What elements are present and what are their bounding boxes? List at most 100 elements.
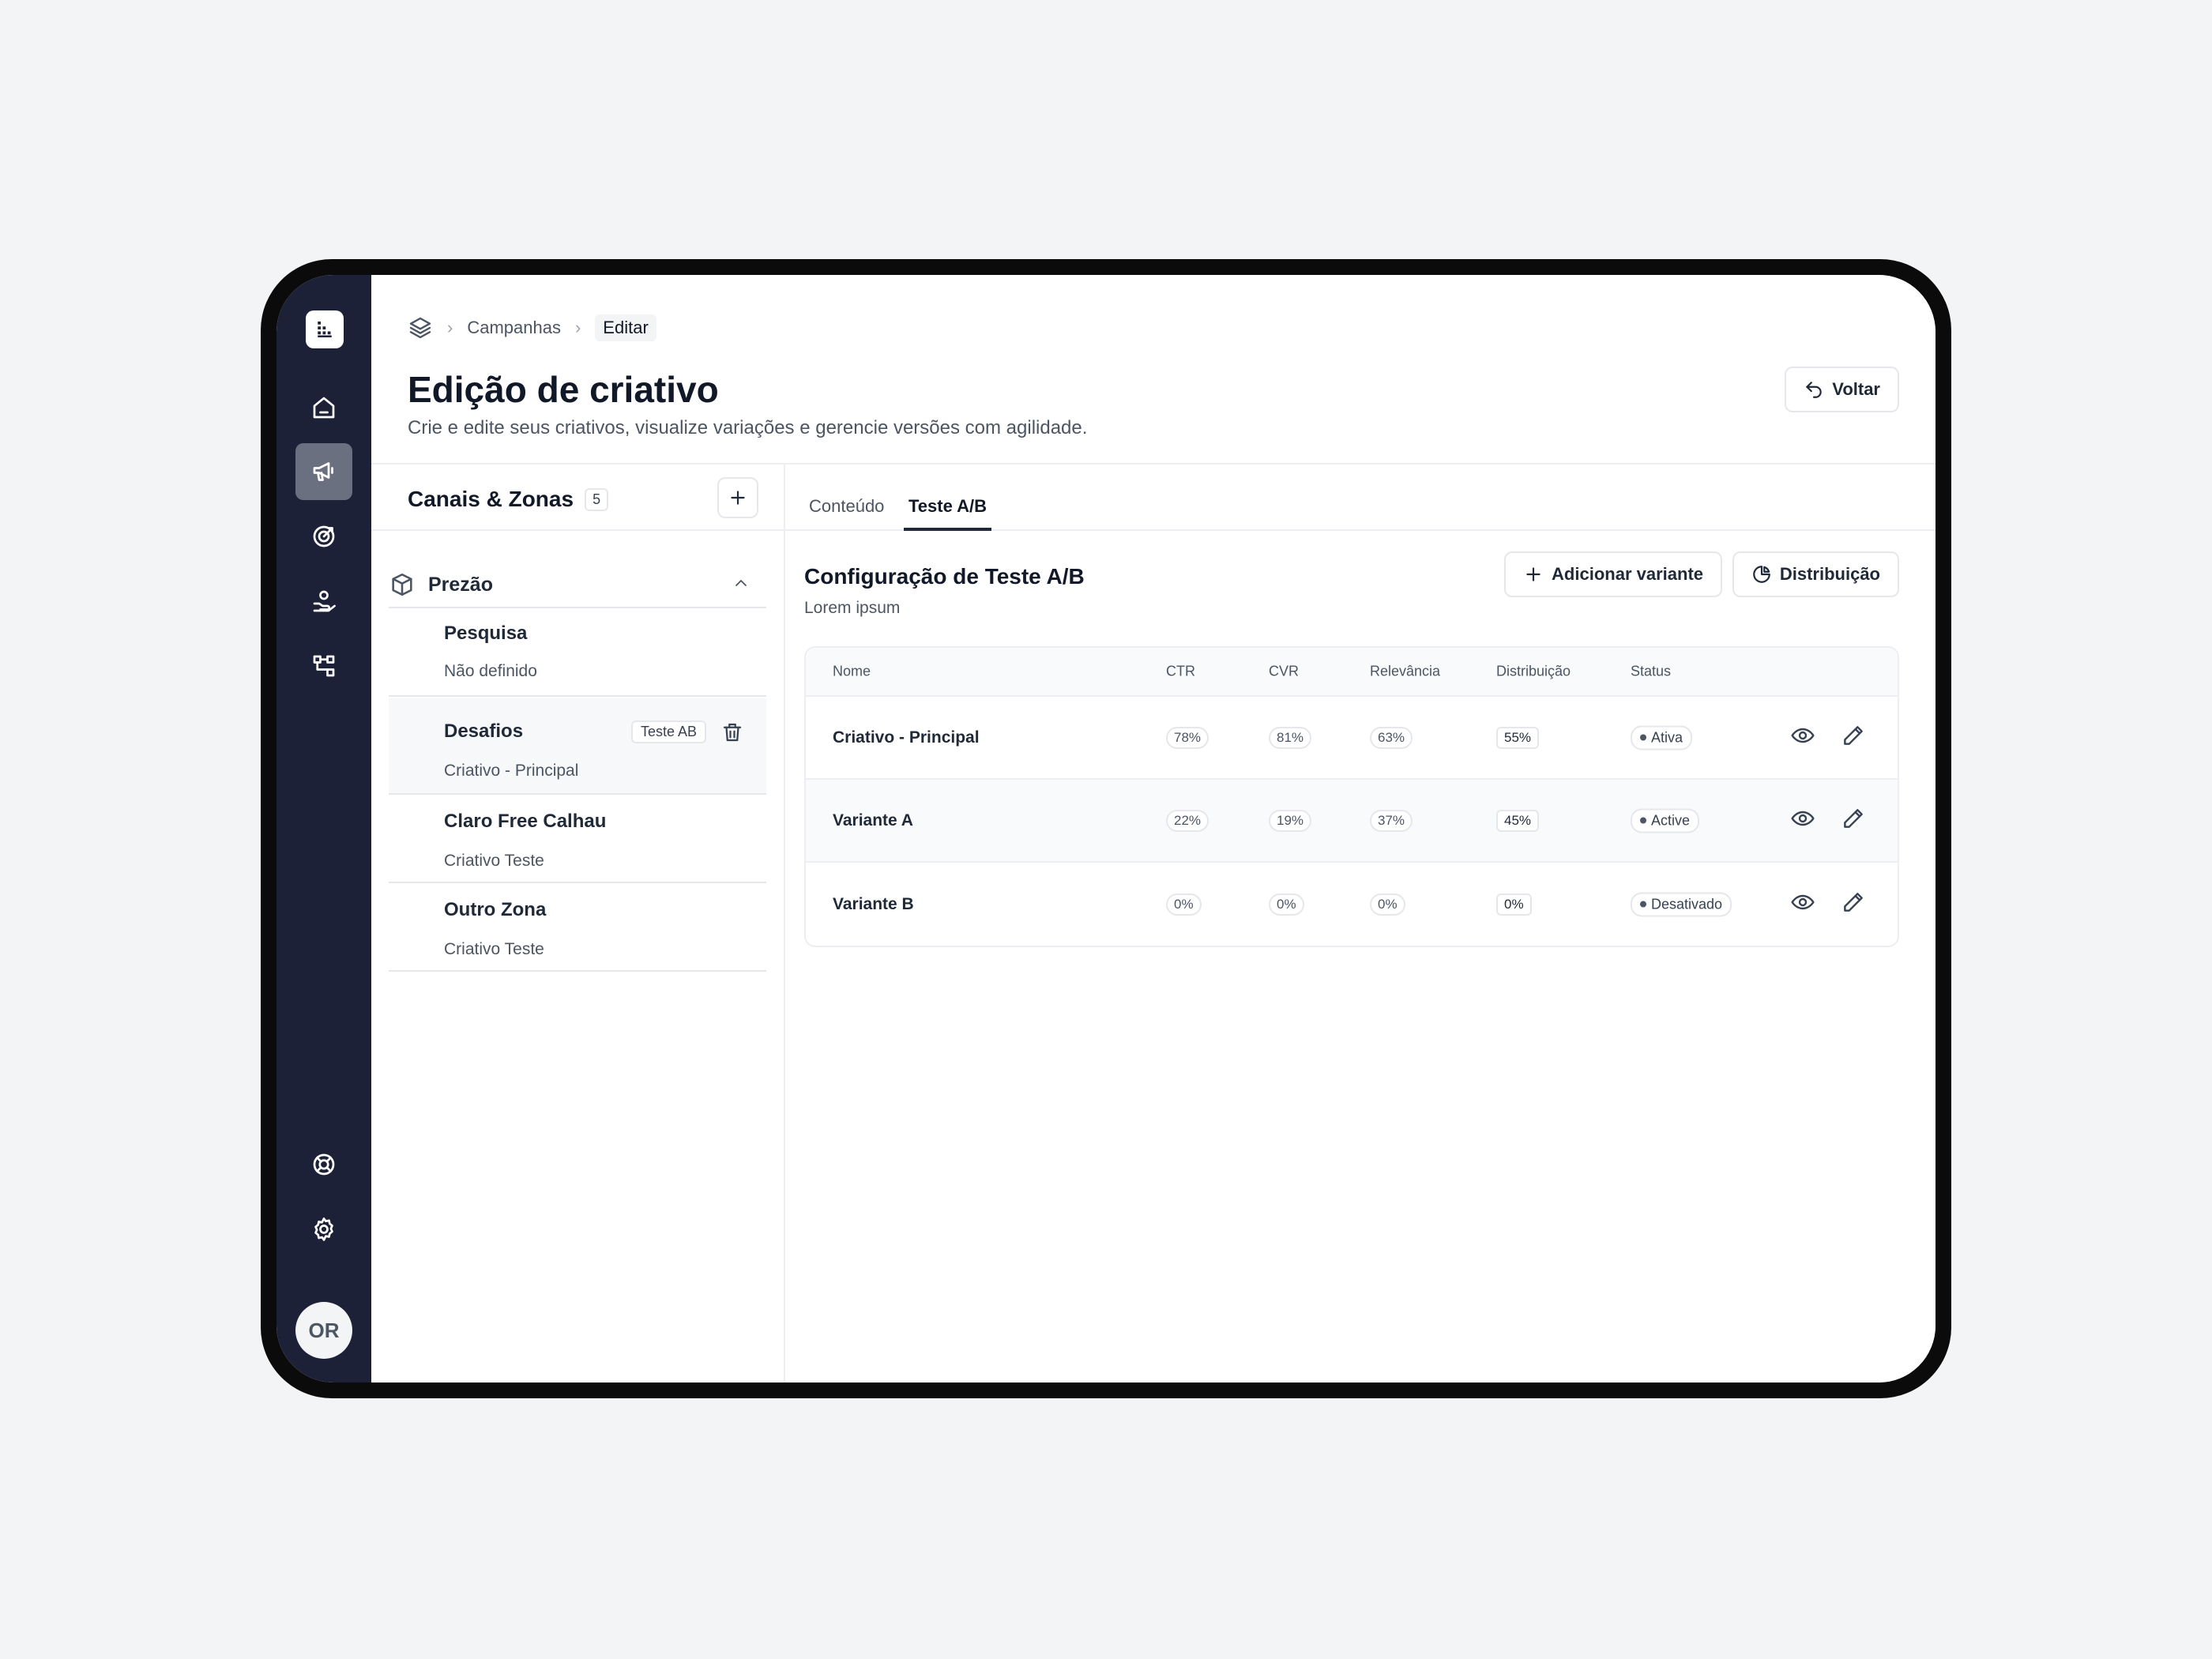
column-header-name: Nome bbox=[833, 663, 871, 679]
chevron-up-icon[interactable] bbox=[732, 574, 750, 596]
zone-name: Desafios bbox=[444, 720, 524, 742]
breadcrumb-edit: Editar bbox=[595, 314, 656, 341]
delete-zone-button[interactable] bbox=[720, 720, 744, 744]
nav-flows[interactable] bbox=[295, 638, 352, 694]
variant-name: Variante B bbox=[833, 894, 914, 913]
app-screen: OR › Campanhas › Editar Edição de criati… bbox=[276, 275, 1936, 1382]
zone-item[interactable]: Outro Zona Criativo Teste bbox=[389, 885, 766, 972]
column-header-distribution: Distribuição bbox=[1496, 663, 1571, 679]
channels-title: Canais & Zonas bbox=[408, 487, 574, 511]
distribution-label: Distribuição bbox=[1779, 564, 1880, 584]
distribution-button[interactable]: Distribuição bbox=[1732, 551, 1899, 597]
zone-creative: Não definido bbox=[444, 662, 537, 680]
channels-header: Canais & Zonas 5 bbox=[371, 465, 784, 531]
variants-table: Nome CTR CVR Relevância Distribuição Sta… bbox=[804, 646, 1899, 947]
page-title: Edição de criativo bbox=[408, 369, 719, 410]
app-logo[interactable] bbox=[306, 310, 344, 348]
distribution-value: 0% bbox=[1496, 893, 1532, 916]
status-badge: Desativado bbox=[1631, 892, 1732, 916]
zone-creative: Criativo - Principal bbox=[444, 762, 579, 780]
cvr-value: 81% bbox=[1269, 726, 1312, 749]
column-header-relevance: Relevância bbox=[1370, 663, 1441, 679]
zone-creative: Criativo Teste bbox=[444, 852, 544, 870]
chevron-right-icon: › bbox=[574, 318, 581, 337]
status-badge: Ativa bbox=[1631, 725, 1693, 750]
lifebuoy-icon bbox=[313, 1153, 335, 1176]
home-icon bbox=[313, 397, 335, 419]
column-header-ctr: CTR bbox=[1166, 663, 1195, 679]
gear-icon bbox=[314, 1217, 333, 1241]
zone-item[interactable]: Pesquisa Não definido bbox=[389, 610, 766, 697]
editor-tabs: Conteúdo Teste A/B bbox=[785, 465, 1936, 531]
channel-group-prezao[interactable]: Prezão bbox=[389, 562, 766, 608]
main-content: › Campanhas › Editar Edição de criativo … bbox=[371, 275, 1936, 1382]
trash-icon bbox=[723, 723, 742, 742]
page-subtitle: Crie e edite seus criativos, visualize v… bbox=[408, 417, 1088, 438]
relevance-value: 37% bbox=[1370, 809, 1413, 832]
table-header: Nome CTR CVR Relevância Distribuição Sta… bbox=[806, 648, 1898, 697]
zone-name: Outro Zona bbox=[444, 899, 547, 920]
nav-targets[interactable] bbox=[295, 508, 352, 565]
distribution-value: 45% bbox=[1496, 809, 1540, 832]
tab-ab-test[interactable]: Teste A/B bbox=[904, 496, 992, 531]
undo-arrow-icon bbox=[1806, 382, 1823, 398]
chevron-right-icon: › bbox=[447, 318, 453, 337]
status-badge: Active bbox=[1631, 808, 1700, 833]
distribution-value: 55% bbox=[1496, 726, 1540, 749]
cvr-value: 0% bbox=[1269, 893, 1304, 916]
icon-sidebar: OR bbox=[276, 275, 371, 1382]
variant-name: Variante A bbox=[833, 811, 913, 830]
target-icon bbox=[313, 525, 335, 547]
avatar[interactable]: OR bbox=[295, 1302, 352, 1359]
add-channel-button[interactable] bbox=[717, 477, 758, 518]
device-frame: OR › Campanhas › Editar Edição de criati… bbox=[261, 259, 1951, 1398]
hand-heart-icon bbox=[313, 590, 336, 612]
nav-campaigns[interactable] bbox=[295, 443, 352, 500]
pencil-icon[interactable] bbox=[1841, 890, 1866, 920]
megaphone-icon bbox=[313, 462, 333, 481]
add-variant-button[interactable]: Adicionar variante bbox=[1504, 551, 1722, 597]
zone-creative: Criativo Teste bbox=[444, 940, 544, 958]
flow-icon bbox=[313, 655, 335, 677]
layers-icon[interactable] bbox=[408, 315, 433, 340]
nav-audience[interactable] bbox=[295, 573, 352, 630]
table-row[interactable]: Variante B 0% 0% 0% 0% Desativado bbox=[806, 863, 1898, 946]
ab-section-subtitle: Lorem ipsum bbox=[804, 599, 901, 617]
back-button[interactable]: Voltar bbox=[1785, 367, 1899, 412]
eye-icon[interactable] bbox=[1790, 890, 1815, 920]
nav-help[interactable] bbox=[295, 1136, 352, 1193]
zone-item[interactable]: Claro Free Calhau Criativo Teste bbox=[389, 796, 766, 883]
ctr-value: 78% bbox=[1166, 726, 1209, 749]
nav-settings[interactable] bbox=[295, 1201, 352, 1258]
plus-icon bbox=[1526, 567, 1540, 581]
variant-name: Criativo - Principal bbox=[833, 728, 980, 747]
eye-icon[interactable] bbox=[1790, 806, 1815, 836]
nav-home[interactable] bbox=[295, 379, 352, 436]
zone-name: Pesquisa bbox=[444, 623, 528, 644]
pencil-icon[interactable] bbox=[1841, 723, 1866, 753]
cvr-value: 19% bbox=[1269, 809, 1312, 832]
ab-test-badge: Teste AB bbox=[630, 720, 706, 743]
channel-group-label: Prezão bbox=[428, 573, 493, 596]
relevance-value: 0% bbox=[1370, 893, 1405, 916]
zone-item-selected[interactable]: Desafios Teste AB Criativo - Principal bbox=[389, 698, 766, 795]
channels-panel: Canais & Zonas 5 Prezão Pesquisa Não def… bbox=[371, 465, 785, 1382]
eye-icon[interactable] bbox=[1790, 723, 1815, 753]
table-row[interactable]: Criativo - Principal 78% 81% 63% 55% Ati… bbox=[806, 697, 1898, 780]
ab-section-title: Configuração de Teste A/B bbox=[804, 564, 1085, 589]
tab-content[interactable]: Conteúdo bbox=[809, 496, 884, 528]
breadcrumb: › Campanhas › Editar bbox=[408, 314, 656, 341]
ctr-value: 22% bbox=[1166, 809, 1209, 832]
editor-panel: Conteúdo Teste A/B Configuração de Teste… bbox=[785, 465, 1936, 1382]
page-header: › Campanhas › Editar Edição de criativo … bbox=[371, 275, 1936, 465]
zone-name: Claro Free Calhau bbox=[444, 811, 607, 832]
channels-count-badge: 5 bbox=[585, 487, 609, 511]
table-row[interactable]: Variante A 22% 19% 37% 45% Active bbox=[806, 780, 1898, 863]
column-header-status: Status bbox=[1631, 663, 1672, 679]
pencil-icon[interactable] bbox=[1841, 806, 1866, 836]
column-header-cvr: CVR bbox=[1269, 663, 1300, 679]
ctr-value: 0% bbox=[1166, 893, 1202, 916]
add-variant-label: Adicionar variante bbox=[1552, 564, 1703, 584]
breadcrumb-campaigns[interactable]: Campanhas bbox=[467, 318, 561, 338]
pie-chart-icon bbox=[1753, 566, 1770, 583]
